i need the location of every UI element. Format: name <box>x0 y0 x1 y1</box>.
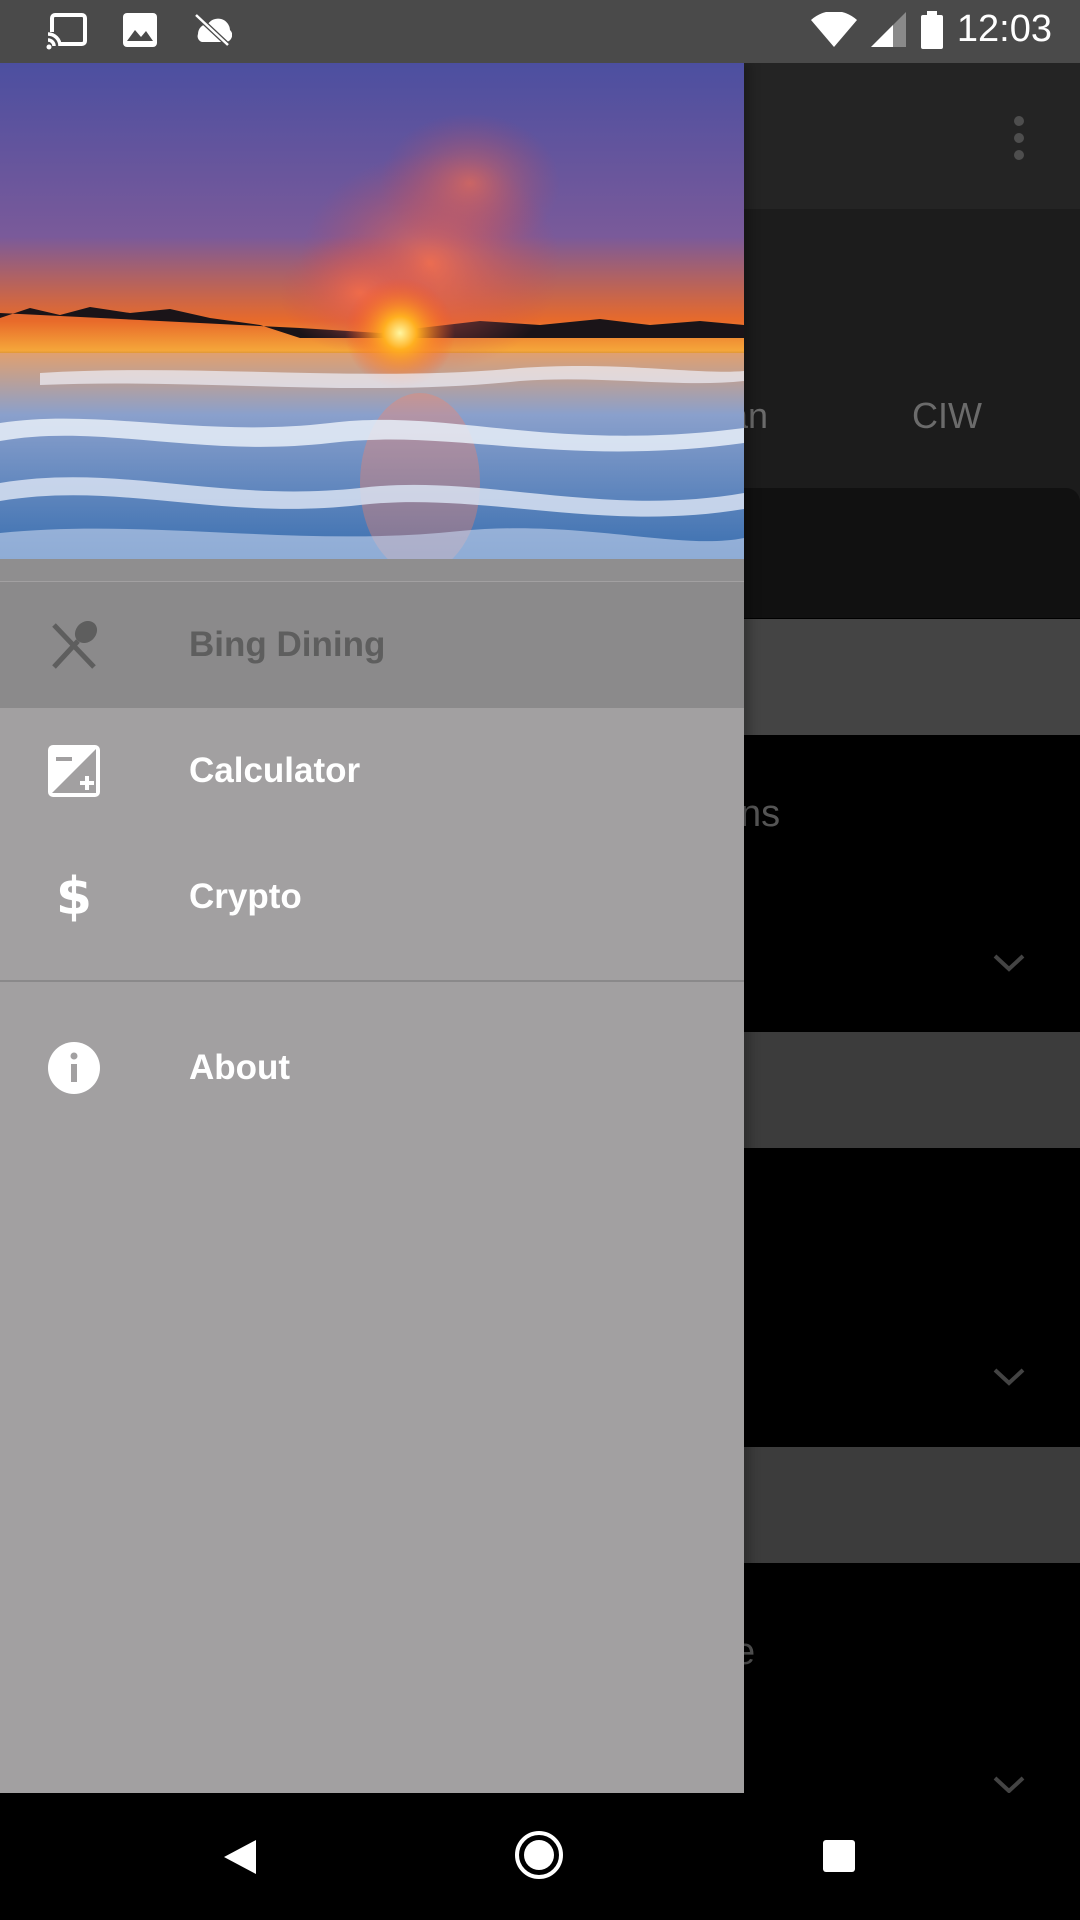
calculator-icon <box>46 743 102 799</box>
drawer-item-bing-dining[interactable]: Bing Dining <box>0 582 744 708</box>
drawer-item-calculator[interactable]: Calculator <box>0 708 744 834</box>
section-header <box>744 1032 1080 1148</box>
dining-icon <box>46 617 102 673</box>
drawer-header-strip <box>0 559 744 581</box>
drawer-divider <box>0 980 744 982</box>
section-header <box>744 1447 1080 1563</box>
drawer-item-label: Calculator <box>189 751 361 790</box>
status-bar: 12:03 <box>0 0 1080 63</box>
overflow-menu-icon[interactable] <box>1012 115 1026 161</box>
home-button[interactable] <box>514 1830 564 1880</box>
status-icons-right: 12:03 <box>810 8 1052 51</box>
dollar-icon: $ <box>55 867 93 927</box>
card-text-fragment: ns <box>740 793 781 835</box>
signal-icon <box>870 11 906 47</box>
info-icon <box>46 1040 102 1096</box>
drawer-item-label: Crypto <box>189 877 302 916</box>
system-navigation-bar <box>0 1793 1080 1920</box>
drawer-item-crypto[interactable]: $ Crypto <box>0 834 744 960</box>
section-header <box>744 619 1080 735</box>
clock: 12:03 <box>956 8 1052 50</box>
sync-off-icon <box>194 13 232 46</box>
content-card-top <box>744 488 1080 618</box>
back-button[interactable] <box>222 1838 258 1876</box>
battery-icon <box>920 10 943 49</box>
cast-icon <box>46 13 87 50</box>
geyser-sunset-image <box>0 63 744 559</box>
chevron-down-icon[interactable] <box>992 953 1026 973</box>
status-icons-left <box>46 12 232 50</box>
chevron-down-icon[interactable] <box>992 1775 1026 1793</box>
wifi-icon <box>810 11 857 47</box>
drawer-item-about[interactable]: About <box>0 1005 744 1131</box>
chevron-down-icon[interactable] <box>992 1367 1026 1387</box>
navigation-drawer: Bing Dining Calculator $ Crypto About <box>0 63 744 1793</box>
drawer-item-label: Bing Dining <box>189 625 386 664</box>
tab-ciw[interactable]: CIW <box>912 395 982 437</box>
image-icon <box>123 13 157 47</box>
drawer-header-image <box>0 63 744 559</box>
drawer-item-label: About <box>189 1048 291 1087</box>
recents-button[interactable] <box>822 1839 856 1873</box>
